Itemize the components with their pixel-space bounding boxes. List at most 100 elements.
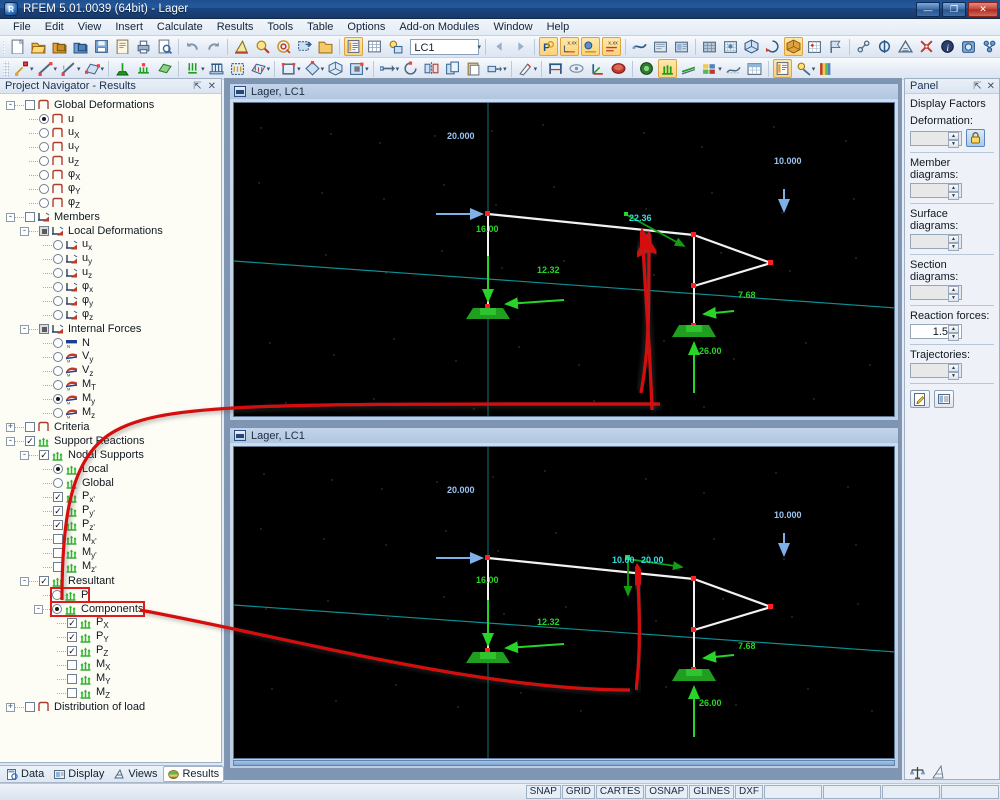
menu-item-edit[interactable]: Edit	[38, 20, 71, 34]
radio-button[interactable]	[39, 142, 49, 152]
status-toggle-osnap[interactable]: OSNAP	[645, 785, 689, 799]
status-toggle-glines[interactable]: GLINES	[689, 785, 734, 799]
panel-settings-button[interactable]	[934, 390, 954, 408]
navigator-tab-results[interactable]: Results	[163, 766, 225, 782]
checkbox[interactable]	[67, 688, 77, 698]
redo-icon[interactable]	[204, 37, 223, 56]
radio-button[interactable]	[39, 198, 49, 208]
extrude-icon[interactable]	[485, 59, 504, 78]
radio-button[interactable]	[53, 338, 63, 348]
link-icon[interactable]	[980, 37, 999, 56]
tree-item---Z[interactable]: φZ	[0, 196, 221, 210]
view-iso-icon[interactable]	[784, 37, 803, 56]
navigator-tab-display[interactable]: Display	[50, 767, 108, 781]
expand-icon[interactable]: +	[6, 702, 15, 712]
view-3d-icon[interactable]	[742, 37, 761, 56]
toolbar-grip-2[interactable]	[3, 60, 9, 77]
checkbox[interactable]	[67, 674, 77, 684]
menu-item-calculate[interactable]: Calculate	[150, 20, 210, 34]
tree-item-p-X[interactable]: ✓ PX	[0, 616, 221, 630]
spinner-buttons[interactable]: ▲ ▼	[948, 364, 959, 380]
paste-icon[interactable]	[464, 59, 483, 78]
insert-support-icon[interactable]	[113, 59, 132, 78]
expand-icon[interactable]: +	[6, 422, 15, 432]
checkbox[interactable]	[25, 422, 35, 432]
member-forces-icon[interactable]	[679, 59, 698, 78]
spinner-buttons[interactable]: ▲ ▼	[948, 131, 959, 148]
insert-line-load-icon[interactable]	[207, 59, 226, 78]
spinner-down-icon[interactable]: ▼	[948, 333, 959, 341]
fe-mesh-icon[interactable]	[721, 37, 740, 56]
mesh-icon[interactable]	[700, 37, 719, 56]
spinner-up-icon[interactable]: ▲	[948, 131, 959, 140]
lock-button[interactable]	[966, 129, 985, 147]
checkbox[interactable]: ✓	[53, 520, 63, 530]
printout-report-icon[interactable]	[651, 37, 670, 56]
deformed-icon[interactable]	[724, 59, 743, 78]
tree-item-p-y[interactable]: ✓ Py'	[0, 504, 221, 518]
menu-item-table[interactable]: Table	[300, 20, 340, 34]
section-icon[interactable]	[546, 59, 565, 78]
tree-item-local-deformations[interactable]: - Local Deformations	[0, 224, 221, 238]
snap-icon[interactable]	[917, 37, 936, 56]
insert-surface-icon[interactable]	[83, 59, 102, 78]
menu-item-file[interactable]: File	[6, 20, 38, 34]
radio-button[interactable]	[39, 156, 49, 166]
result-table-icon[interactable]	[745, 59, 764, 78]
tree-item-m-T[interactable]: M MT	[0, 378, 221, 392]
checkbox[interactable]: ✓	[39, 576, 49, 586]
spinner-up-icon[interactable]: ▲	[948, 325, 959, 333]
warning-icon[interactable]	[896, 37, 915, 56]
deformation-icon[interactable]	[630, 37, 649, 56]
ruler-icon[interactable]	[931, 765, 946, 780]
tree-item-members[interactable]: - Members	[0, 210, 221, 224]
tree-item-m-y[interactable]: My'	[0, 546, 221, 560]
checkbox[interactable]	[25, 100, 35, 110]
copy-icon[interactable]	[443, 59, 462, 78]
insert-line-icon[interactable]	[36, 59, 55, 78]
render-icon[interactable]	[232, 37, 251, 56]
toolbar-grip[interactable]	[3, 38, 6, 55]
tree-item-v-z[interactable]: M Vz	[0, 364, 221, 378]
chevron-down-icon[interactable]: ▾	[477, 43, 481, 51]
open-project-icon[interactable]	[50, 37, 69, 56]
save-icon[interactable]	[92, 37, 111, 56]
tree-item-m-z[interactable]: M Mz	[0, 406, 221, 420]
solid-view-icon[interactable]	[637, 59, 656, 78]
insert-solid-icon[interactable]	[155, 59, 174, 78]
checkbox[interactable]	[39, 324, 49, 334]
tree-item-p-Y[interactable]: ✓ PY	[0, 630, 221, 644]
edit-pen-icon[interactable]	[516, 59, 535, 78]
tree-item-resultant[interactable]: - ✓ Resultant	[0, 574, 221, 588]
view-rotate-icon[interactable]	[763, 37, 782, 56]
checkbox[interactable]: ✓	[25, 436, 35, 446]
tree-item-m-X[interactable]: MX	[0, 658, 221, 672]
checkbox[interactable]: ✓	[67, 618, 77, 628]
open-file-icon[interactable]	[29, 37, 48, 56]
close-icon[interactable]: ✕	[987, 81, 995, 92]
tree-item-m-x[interactable]: Mx'	[0, 532, 221, 546]
collapse-icon[interactable]: -	[6, 436, 15, 446]
undo-icon[interactable]	[183, 37, 202, 56]
collapse-icon[interactable]: -	[34, 604, 43, 614]
radio-button[interactable]	[53, 464, 63, 474]
view-grid-icon[interactable]	[805, 37, 824, 56]
collapse-icon[interactable]: -	[20, 450, 29, 460]
nav-forward-icon[interactable]	[511, 37, 530, 56]
nav-back-icon[interactable]	[490, 37, 509, 56]
menu-item-window[interactable]: Window	[486, 20, 539, 34]
tree-item---x[interactable]: φx	[0, 280, 221, 294]
surface-results-icon[interactable]	[700, 59, 719, 78]
support-reactions-icon[interactable]	[658, 59, 678, 78]
spinner-up-icon[interactable]: ▲	[948, 364, 959, 372]
tree-item-global-deformations[interactable]: - Global Deformations	[0, 98, 221, 112]
print-icon[interactable]	[134, 37, 153, 56]
circle-cross-icon[interactable]	[875, 37, 894, 56]
tree-item---z[interactable]: φz	[0, 308, 221, 322]
view-window-1[interactable]: Lager, LC1 20.000 10.000 16.00 12.32 22.…	[229, 83, 899, 421]
menu-item-tools[interactable]: Tools	[260, 20, 300, 34]
axes-icon[interactable]	[588, 59, 607, 78]
status-toggle-snap[interactable]: SNAP	[525, 785, 561, 799]
info-icon[interactable]: i	[938, 37, 957, 56]
spinner-down-icon[interactable]: ▼	[948, 139, 959, 148]
